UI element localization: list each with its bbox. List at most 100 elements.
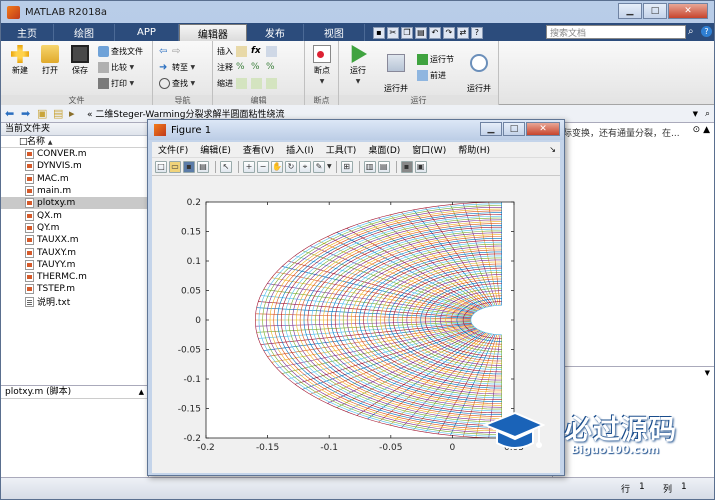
quick-redo-icon[interactable]: ↷ xyxy=(442,26,455,39)
name-column-header[interactable]: □ 名称 ▲ xyxy=(1,136,148,148)
file-item[interactable]: main.m xyxy=(1,185,148,197)
file-item[interactable]: TAUXX.m xyxy=(1,234,148,246)
zoom-out-icon[interactable]: − xyxy=(257,160,269,173)
comment-percent-icon[interactable]: % xyxy=(236,62,247,73)
search-icon[interactable]: ⌕ xyxy=(688,26,700,38)
file-item[interactable]: 说明.txt xyxy=(1,296,148,308)
file-item[interactable]: MAC.m xyxy=(1,173,148,185)
command-options-icon[interactable]: ⊙ xyxy=(693,125,701,135)
goto-button[interactable]: ➜ 转至 ▼ xyxy=(159,61,195,74)
maximize-button[interactable]: □ xyxy=(643,3,667,19)
file-item[interactable]: TAUXY.m xyxy=(1,246,148,258)
data-cursor-icon[interactable]: ⌖ xyxy=(299,160,311,173)
file-item[interactable]: CONVER.m xyxy=(1,148,148,160)
pointer-icon[interactable]: ↖ xyxy=(220,160,232,173)
tab-apps[interactable]: APP xyxy=(115,24,179,41)
figure-title-bar[interactable]: Figure 1 ▁ □ ✕ xyxy=(148,120,564,140)
command-collapse-icon[interactable]: ▲ xyxy=(703,125,710,135)
uncomment-icon[interactable]: % xyxy=(251,62,262,73)
tab-view[interactable]: 视图 xyxy=(304,24,365,41)
quick-cut-icon[interactable]: ✂ xyxy=(386,26,399,39)
zoom-in-icon[interactable]: + xyxy=(243,160,255,173)
save-button[interactable]: 保存 xyxy=(67,45,93,76)
menu-view[interactable]: 查看(V) xyxy=(237,143,280,156)
new-button[interactable]: 新建 xyxy=(7,45,33,76)
link-plot-icon[interactable]: ⊞ xyxy=(340,160,353,173)
tab-publish[interactable]: 发布 xyxy=(247,24,304,41)
menu-desktop[interactable]: 桌面(D) xyxy=(362,143,406,156)
print-button[interactable]: 打印 ▼ xyxy=(98,77,134,90)
colorbar-icon[interactable]: ▥ xyxy=(363,160,376,173)
close-button[interactable]: ✕ xyxy=(668,3,708,19)
root-folder-icon[interactable]: ▸ xyxy=(69,107,81,120)
open-file-icon[interactable]: ▭ xyxy=(169,160,181,173)
file-item[interactable]: DYNVIS.m xyxy=(1,160,148,172)
quick-help-icon[interactable]: ? xyxy=(470,26,483,39)
expand-icon[interactable]: □ xyxy=(19,136,28,148)
hide-plot-tools-icon[interactable]: ▪ xyxy=(400,160,413,173)
quick-switch-icon[interactable]: ⇄ xyxy=(456,26,469,39)
insert-button[interactable]: 插入 fx xyxy=(217,45,279,58)
quick-paste-icon[interactable]: ▤ xyxy=(414,26,427,39)
brush-dropdown-icon[interactable]: ▼ xyxy=(327,163,332,170)
new-figure-icon[interactable]: □ xyxy=(155,160,167,173)
search-input[interactable]: 搜索文档 xyxy=(546,25,686,39)
help-icon[interactable]: ? xyxy=(701,26,712,37)
figure-minimize-button[interactable]: ▁ xyxy=(480,122,502,136)
advance-button[interactable]: 前进 xyxy=(417,69,446,82)
tab-editor[interactable]: 编辑器 xyxy=(178,24,247,41)
menu-insert[interactable]: 插入(I) xyxy=(280,143,320,156)
nav-forward-icon[interactable]: ➡ xyxy=(21,107,33,120)
run-button[interactable]: 运行 ▼ xyxy=(345,45,371,85)
increase-indent-icon[interactable] xyxy=(251,78,262,89)
back-forward-buttons[interactable]: ⇦ ⇨ xyxy=(159,45,185,58)
legend-icon[interactable]: ▤ xyxy=(377,160,390,173)
nav-back-icon[interactable]: ⬅ xyxy=(5,107,17,120)
quick-copy-icon[interactable]: ❐ xyxy=(400,26,413,39)
path-dropdown-icon[interactable]: ▼ xyxy=(693,110,698,118)
menu-file[interactable]: 文件(F) xyxy=(152,143,194,156)
figure-close-button[interactable]: ✕ xyxy=(526,122,560,136)
file-item[interactable]: QX.m xyxy=(1,209,148,221)
find-files-button[interactable]: 查找文件 xyxy=(98,45,143,58)
file-item[interactable]: TAUYY.m xyxy=(1,259,148,271)
wrap-comment-icon[interactable]: % xyxy=(266,62,277,73)
file-item[interactable]: TSTEP.m xyxy=(1,283,148,295)
breakpoints-button[interactable]: 断点 ▼ xyxy=(309,45,335,85)
details-collapse-icon[interactable]: ▲ xyxy=(139,388,144,396)
figure-maximize-button[interactable]: □ xyxy=(503,122,525,136)
rotate-3d-icon[interactable]: ↻ xyxy=(285,160,297,173)
smart-indent-icon[interactable] xyxy=(236,78,247,89)
tab-plots[interactable]: 绘图 xyxy=(54,24,115,41)
show-plot-tools-icon[interactable]: ▣ xyxy=(414,160,427,173)
compare-button[interactable]: 比较 ▼ xyxy=(98,61,134,74)
nav-up-folder-icon[interactable]: ▣ xyxy=(37,107,49,120)
tab-home[interactable]: 主页 xyxy=(1,24,54,41)
insert-options-icon[interactable] xyxy=(266,46,277,57)
file-item[interactable]: QY.m xyxy=(1,222,148,234)
pan-hand-icon[interactable]: ✋ xyxy=(271,160,283,173)
menu-window[interactable]: 窗口(W) xyxy=(406,143,452,156)
print-figure-icon[interactable]: ▤ xyxy=(197,160,209,173)
indent-button[interactable]: 缩进 xyxy=(217,77,279,90)
menu-edit[interactable]: 编辑(E) xyxy=(194,143,237,156)
menu-tools[interactable]: 工具(T) xyxy=(320,143,363,156)
quick-undo-icon[interactable]: ↶ xyxy=(428,26,441,39)
dock-icon[interactable]: ↘ xyxy=(549,145,556,154)
decrease-indent-icon[interactable] xyxy=(266,78,277,89)
run-section-button[interactable]: 运行节 xyxy=(417,53,454,66)
open-button[interactable]: 打开 xyxy=(37,45,63,76)
file-item[interactable]: THERMC.m xyxy=(1,271,148,283)
minimize-button[interactable]: ▁ xyxy=(618,3,642,19)
comment-button[interactable]: 注释 % % % xyxy=(217,61,279,74)
fx-icon[interactable]: fx xyxy=(251,46,262,57)
brush-icon[interactable]: ✎ xyxy=(313,160,325,173)
menu-help[interactable]: 帮助(H) xyxy=(452,143,496,156)
path-search-icon[interactable]: ⌕ xyxy=(705,109,710,119)
workspace-expand-icon[interactable]: ▼ xyxy=(705,369,710,377)
quick-save-icon[interactable]: ▪ xyxy=(372,26,385,39)
find-button[interactable]: 查找 ▼ xyxy=(159,77,195,90)
save-figure-icon[interactable]: ▪ xyxy=(183,160,195,173)
browse-folder-icon[interactable]: ▤ xyxy=(53,107,65,120)
file-item[interactable]: plotxy.m xyxy=(1,197,148,210)
